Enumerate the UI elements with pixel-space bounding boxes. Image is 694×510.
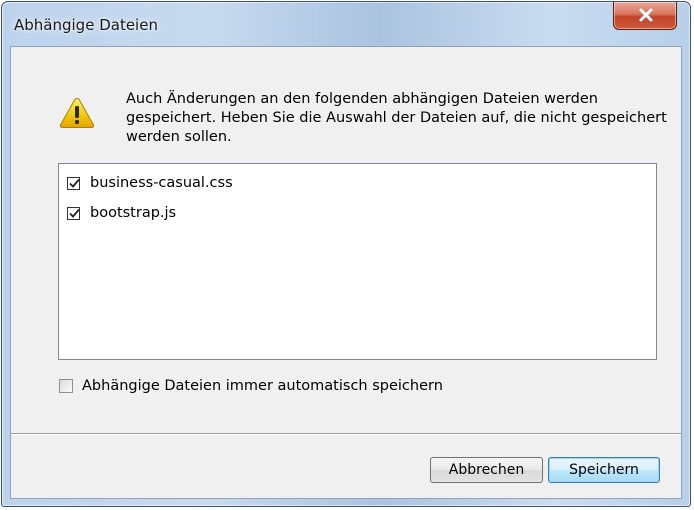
dialog-window: Abhängige Dateien Auch Änderungen an den… (1, 1, 691, 507)
close-button[interactable] (613, 2, 677, 30)
cancel-button[interactable]: Abbrechen (430, 457, 543, 483)
file-list[interactable]: business-casual.css bootstrap.js (58, 163, 657, 360)
save-button[interactable]: Speichern (548, 457, 660, 483)
list-item[interactable]: business-casual.css (67, 172, 233, 194)
auto-save-option[interactable]: Abhängige Dateien immer automatisch spei… (59, 375, 443, 397)
file-name: bootstrap.js (90, 205, 177, 221)
warning-icon (59, 97, 95, 133)
checkmark-icon (69, 178, 80, 188)
file-name: business-casual.css (90, 175, 233, 191)
message-text: Auch Änderungen an den folgenden abhängi… (126, 91, 667, 145)
list-item[interactable]: bootstrap.js (67, 202, 176, 224)
file-checkbox[interactable] (67, 206, 80, 220)
dialog-body: Auch Änderungen an den folgenden abhängi… (10, 46, 682, 499)
file-checkbox[interactable] (67, 176, 80, 190)
close-icon (639, 8, 653, 22)
checkmark-icon (69, 208, 80, 218)
window-title: Abhängige Dateien (14, 16, 158, 34)
auto-save-label: Abhängige Dateien immer automatisch spei… (82, 378, 443, 394)
auto-save-checkbox[interactable] (59, 379, 73, 393)
divider (11, 433, 681, 435)
title-bar[interactable]: Abhängige Dateien (2, 2, 690, 46)
